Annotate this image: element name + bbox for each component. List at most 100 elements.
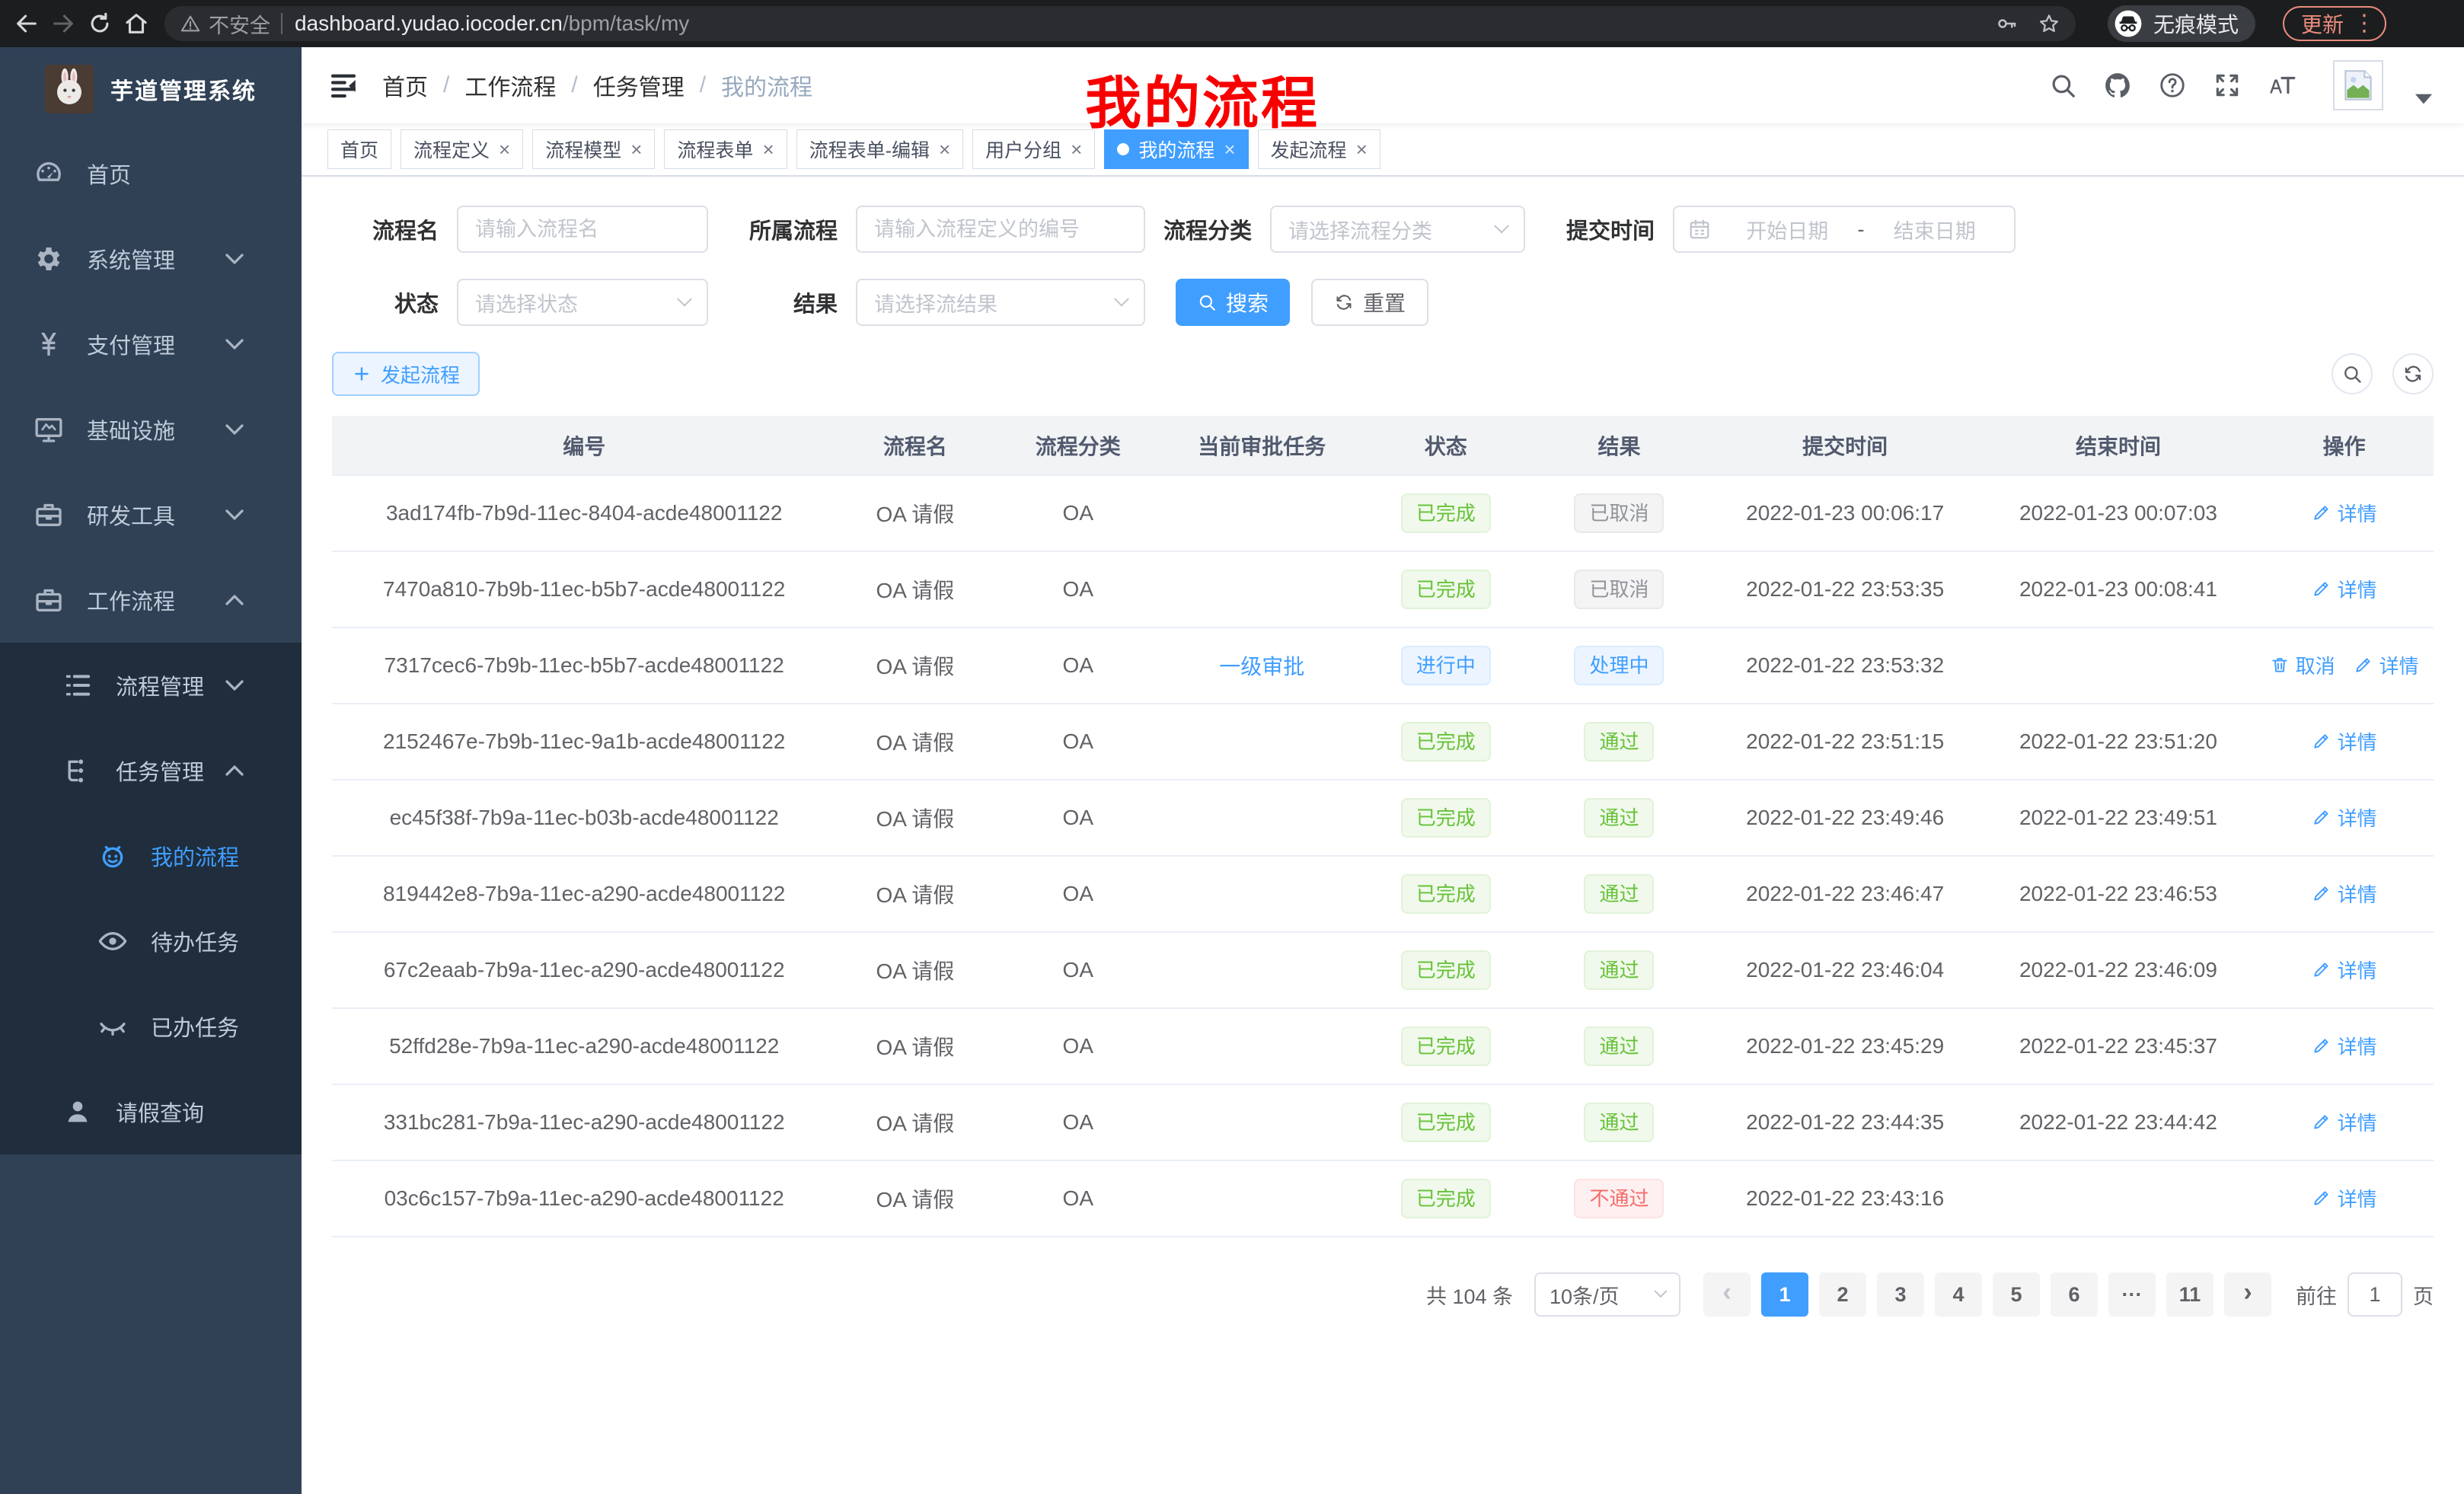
page-button-3[interactable]: 3 (1877, 1272, 1924, 1317)
result-badge: 处理中 (1574, 646, 1664, 685)
bookmark-star-icon[interactable] (2038, 12, 2060, 35)
fullscreen-icon[interactable] (2213, 71, 2242, 100)
cell-process-name: OA 请假 (836, 780, 994, 856)
detail-action-link[interactable]: 详情 (2312, 1108, 2377, 1136)
github-icon[interactable] (2103, 71, 2132, 100)
close-icon[interactable]: × (939, 139, 950, 159)
action-label: 详情 (2338, 803, 2377, 832)
process-name-input[interactable] (457, 206, 708, 253)
close-icon[interactable]: × (1224, 139, 1235, 159)
create-process-button[interactable]: 发起流程 (332, 352, 480, 396)
close-icon[interactable]: × (499, 139, 510, 159)
detail-action-link[interactable]: 详情 (2312, 956, 2377, 984)
page-button-6[interactable]: 6 (2051, 1272, 2098, 1317)
edit-icon (2312, 731, 2332, 751)
sidebar-item-devtools[interactable]: 研发工具 (0, 472, 302, 557)
detail-action-link[interactable]: 详情 (2312, 879, 2377, 908)
detail-action-link[interactable]: 详情 (2312, 575, 2377, 603)
fontsize-icon[interactable] (2268, 71, 2296, 100)
detail-action-link[interactable]: 详情 (2312, 803, 2377, 832)
avatar[interactable] (2333, 60, 2383, 110)
page-button-1[interactable]: 1 (1761, 1272, 1808, 1317)
breadcrumb-item[interactable]: 任务管理 (593, 69, 685, 102)
page-button-11[interactable]: 11 (2166, 1272, 2213, 1317)
sidebar-item-done-task[interactable]: 已办任务 (0, 984, 302, 1069)
reset-button[interactable]: 重置 (1311, 279, 1428, 326)
security-warning-icon[interactable] (180, 13, 201, 34)
next-page-button[interactable]: › (2224, 1272, 2271, 1317)
cell-process-category: OA (994, 932, 1162, 1008)
sidebar-item-system[interactable]: 系统管理 (0, 216, 302, 302)
sidebar-item-leave-query[interactable]: 请假查询 (0, 1069, 302, 1154)
refresh-table-button[interactable] (2392, 353, 2434, 394)
page-button-4[interactable]: 4 (1935, 1272, 1982, 1317)
sidebar-item-todo-task[interactable]: 待办任务 (0, 899, 302, 984)
result-select[interactable]: 请选择流结果 (856, 279, 1145, 326)
close-icon[interactable]: × (1356, 139, 1368, 159)
detail-action-link[interactable]: 详情 (2312, 1184, 2377, 1212)
detail-action-link[interactable]: 详情 (2312, 1032, 2377, 1060)
question-icon[interactable] (2158, 71, 2187, 100)
cell-status: 已完成 (1361, 1084, 1530, 1160)
tab-首页[interactable]: 首页 (327, 129, 391, 169)
close-icon[interactable]: × (762, 139, 774, 159)
tab-流程模型[interactable]: 流程模型× (532, 129, 655, 169)
password-key-icon[interactable] (1995, 12, 2018, 35)
browser-home-icon[interactable] (123, 11, 149, 37)
cell-end-time: 2022-01-23 00:07:03 (1982, 475, 2255, 551)
cancel-action-link[interactable]: 取消 (2270, 651, 2335, 679)
breadcrumb-item[interactable]: 首页 (382, 69, 428, 102)
sidebar-item-workflow[interactable]: 工作流程 (0, 557, 302, 643)
sidebar-item-task-mgmt[interactable]: 任务管理 (0, 728, 302, 813)
page-button-2[interactable]: 2 (1819, 1272, 1866, 1317)
toggle-search-button[interactable] (2332, 353, 2373, 394)
current-task-link[interactable]: 一级审批 (1219, 655, 1304, 678)
sidebar-item-process-mgmt[interactable]: 流程管理 (0, 643, 302, 728)
sidebar-item-my-process[interactable]: 我的流程 (0, 813, 302, 899)
process-definition-input[interactable] (856, 206, 1145, 253)
page-ellipsis-button[interactable]: ··· (2108, 1272, 2156, 1317)
browser-reload-icon[interactable] (87, 11, 113, 37)
sidebar-item-infra[interactable]: 基础设施 (0, 387, 302, 472)
app-logo[interactable]: 芋道管理系统 (0, 47, 302, 131)
detail-action-link[interactable]: 详情 (2312, 499, 2377, 527)
submit-time-range-picker[interactable]: 开始日期 - 结束日期 (1673, 206, 2016, 253)
search-button[interactable]: 搜索 (1176, 279, 1290, 326)
search-icon[interactable] (2048, 71, 2077, 100)
browser-menu-icon[interactable]: ⋮ (2353, 12, 2376, 35)
category-select[interactable]: 请选择流程分类 (1270, 206, 1525, 253)
cell-submit-time: 2022-01-22 23:53:35 (1709, 551, 1982, 627)
tab-流程表单[interactable]: 流程表单× (664, 129, 787, 169)
cell-process-name: OA 请假 (836, 1084, 994, 1160)
browser-forward-icon[interactable] (50, 11, 76, 37)
tab-用户分组[interactable]: 用户分组× (972, 129, 1095, 169)
cell-result: 通过 (1530, 704, 1709, 780)
sidebar-item-label: 工作流程 (87, 584, 302, 616)
tab-流程表单-编辑[interactable]: 流程表单-编辑× (796, 129, 964, 169)
detail-action-link[interactable]: 详情 (2354, 651, 2419, 679)
close-icon[interactable]: × (1071, 139, 1082, 159)
close-icon[interactable]: × (630, 139, 642, 159)
detail-action-link[interactable]: 详情 (2312, 727, 2377, 755)
address-bar[interactable]: 不安全 dashboard.yudao.iocoder.cn /bpm/task… (164, 6, 2076, 41)
sidebar-item-label: 基础设施 (87, 413, 302, 445)
date-range-separator: - (1853, 218, 1869, 241)
table-row: 819442e8-7b9a-11ec-a290-acde48001122OA 请… (332, 856, 2434, 932)
goto-page-input[interactable] (2348, 1272, 2402, 1317)
caret-down-icon[interactable] (2409, 85, 2438, 113)
browser-update-button[interactable]: 更新 ⋮ (2283, 6, 2386, 41)
page-button-5[interactable]: 5 (1993, 1272, 2040, 1317)
goto-page-group: 前往页 (2296, 1272, 2434, 1317)
browser-back-icon[interactable] (14, 11, 40, 37)
sidebar-item-home[interactable]: 首页 (0, 131, 302, 216)
cell-process-category: OA (994, 475, 1162, 551)
sidebar-item-payment[interactable]: 支付管理 (0, 302, 302, 387)
page-size-select[interactable]: 10条/页 (1534, 1272, 1680, 1317)
prev-page-button[interactable]: ‹ (1703, 1272, 1751, 1317)
breadcrumb-item[interactable]: 工作流程 (464, 69, 556, 102)
sidebar-menu: 首页系统管理支付管理基础设施研发工具工作流程流程管理任务管理我的流程待办任务已办… (0, 131, 302, 1494)
status-select[interactable]: 请选择状态 (457, 279, 708, 326)
cell-process-category: OA (994, 1160, 1162, 1237)
tab-流程定义[interactable]: 流程定义× (401, 129, 523, 169)
hamburger-icon[interactable] (327, 69, 359, 101)
